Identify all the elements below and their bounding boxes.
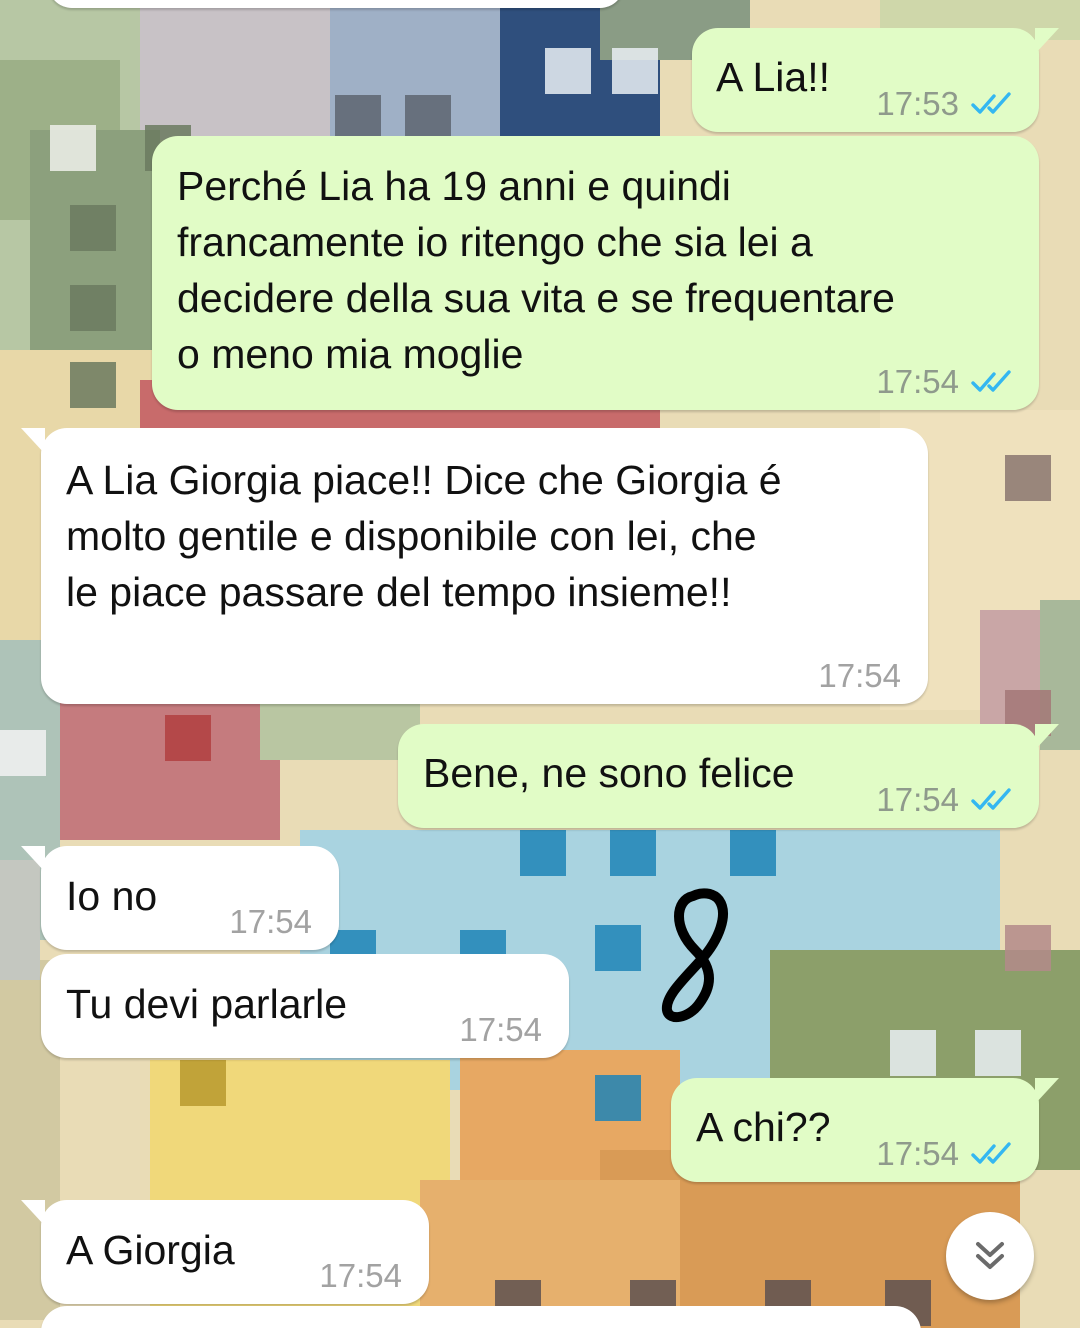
message-text: Tu devi parlarle [66, 981, 348, 1027]
bubble-tail [1035, 1078, 1059, 1104]
message-meta: 17:54 [459, 1002, 542, 1058]
double-check-icon [971, 92, 1011, 114]
wallpaper-window [405, 95, 451, 141]
wallpaper-window [545, 48, 591, 94]
wallpaper-window [1005, 925, 1051, 971]
message-time: 17:54 [876, 781, 959, 818]
double-check-icon [971, 1142, 1011, 1164]
message-meta: 17:54 [818, 648, 901, 704]
message-meta: 17:54 [876, 354, 1015, 410]
wallpaper-window [0, 730, 46, 776]
message-bubble-incoming[interactable]: A Lia Giorgia piace!! Dice che Giorgia é… [21, 428, 928, 704]
wallpaper-window [50, 125, 96, 171]
wallpaper-window [890, 1030, 936, 1076]
wallpaper-window [70, 205, 116, 251]
wallpaper-window [70, 362, 116, 408]
message-time: 17:54 [876, 1135, 959, 1172]
bubble-tail [1035, 724, 1059, 750]
wallpaper-window [975, 1030, 1021, 1076]
message-bubble-outgoing[interactable]: Bene, ne sono felice 17:54 [398, 724, 1059, 828]
wallpaper-window [1005, 455, 1051, 501]
message-bubble-incoming[interactable]: A Giorgia 17:54 [21, 1200, 429, 1304]
wallpaper-window [165, 715, 211, 761]
message-meta: 17:54 [229, 894, 312, 950]
message-text: A Giorgia [66, 1227, 235, 1273]
message-time: 17:54 [459, 1011, 542, 1048]
message-text: Io no [66, 873, 158, 919]
chevron-double-down-icon [976, 1242, 1004, 1269]
message-text: A Lia Giorgia piace!! Dice che Giorgia é… [66, 457, 782, 615]
message-text: A Lia!! [716, 54, 830, 100]
message-meta: 17:54 [876, 1126, 1015, 1182]
message-meta: 17:53 [876, 76, 1015, 132]
wallpaper-window [730, 830, 776, 876]
message-text: Bene, ne sono felice [423, 750, 795, 796]
message-bubble-cropped[interactable] [48, 0, 624, 8]
message-meta: 17:54 [876, 772, 1015, 828]
message-meta: 17:54 [319, 1248, 402, 1304]
handwritten-8-doodle [661, 888, 728, 1023]
message-text: A chi?? [696, 1104, 831, 1150]
message-bubble-incoming[interactable]: Io no 17:54 [21, 846, 339, 950]
bubble-tail [21, 428, 45, 454]
wallpaper-block [140, 0, 340, 140]
wallpaper-window [595, 1075, 641, 1121]
message-time: 17:54 [876, 363, 959, 400]
message-time: 17:54 [818, 657, 901, 694]
message-bubble-incoming[interactable]: Tu devi parlarle 17:54 [41, 954, 569, 1058]
chat-screen: A Lia!! 17:53 Perché Lia ha 19 anni e qu… [0, 0, 1080, 1328]
message-bubble-outgoing[interactable]: Perché Lia ha 19 anni e quindi francamen… [152, 136, 1039, 410]
wallpaper-block [0, 860, 40, 980]
message-text: Perché Lia ha 19 anni e quindi francamen… [177, 163, 895, 377]
double-check-icon [971, 788, 1011, 810]
bubble-tail [21, 846, 45, 872]
message-bubble-cropped[interactable] [41, 1306, 921, 1328]
double-check-icon [971, 370, 1011, 392]
message-bubble-outgoing[interactable]: A Lia!! 17:53 [692, 28, 1059, 132]
message-time: 17:54 [229, 903, 312, 940]
message-bubble-outgoing[interactable]: A chi?? 17:54 [671, 1078, 1059, 1182]
wallpaper-window [335, 95, 381, 141]
wallpaper-window [70, 285, 116, 331]
scroll-down-button[interactable] [946, 1212, 1034, 1300]
bubble-tail [21, 1200, 45, 1226]
wallpaper-window [595, 925, 641, 971]
message-time: 17:53 [876, 85, 959, 122]
wallpaper-window [180, 1060, 226, 1106]
message-time: 17:54 [319, 1257, 402, 1294]
wallpaper-window [612, 48, 658, 94]
wallpaper-window [610, 830, 656, 876]
wallpaper-window [520, 830, 566, 876]
bubble-tail [1035, 28, 1059, 54]
